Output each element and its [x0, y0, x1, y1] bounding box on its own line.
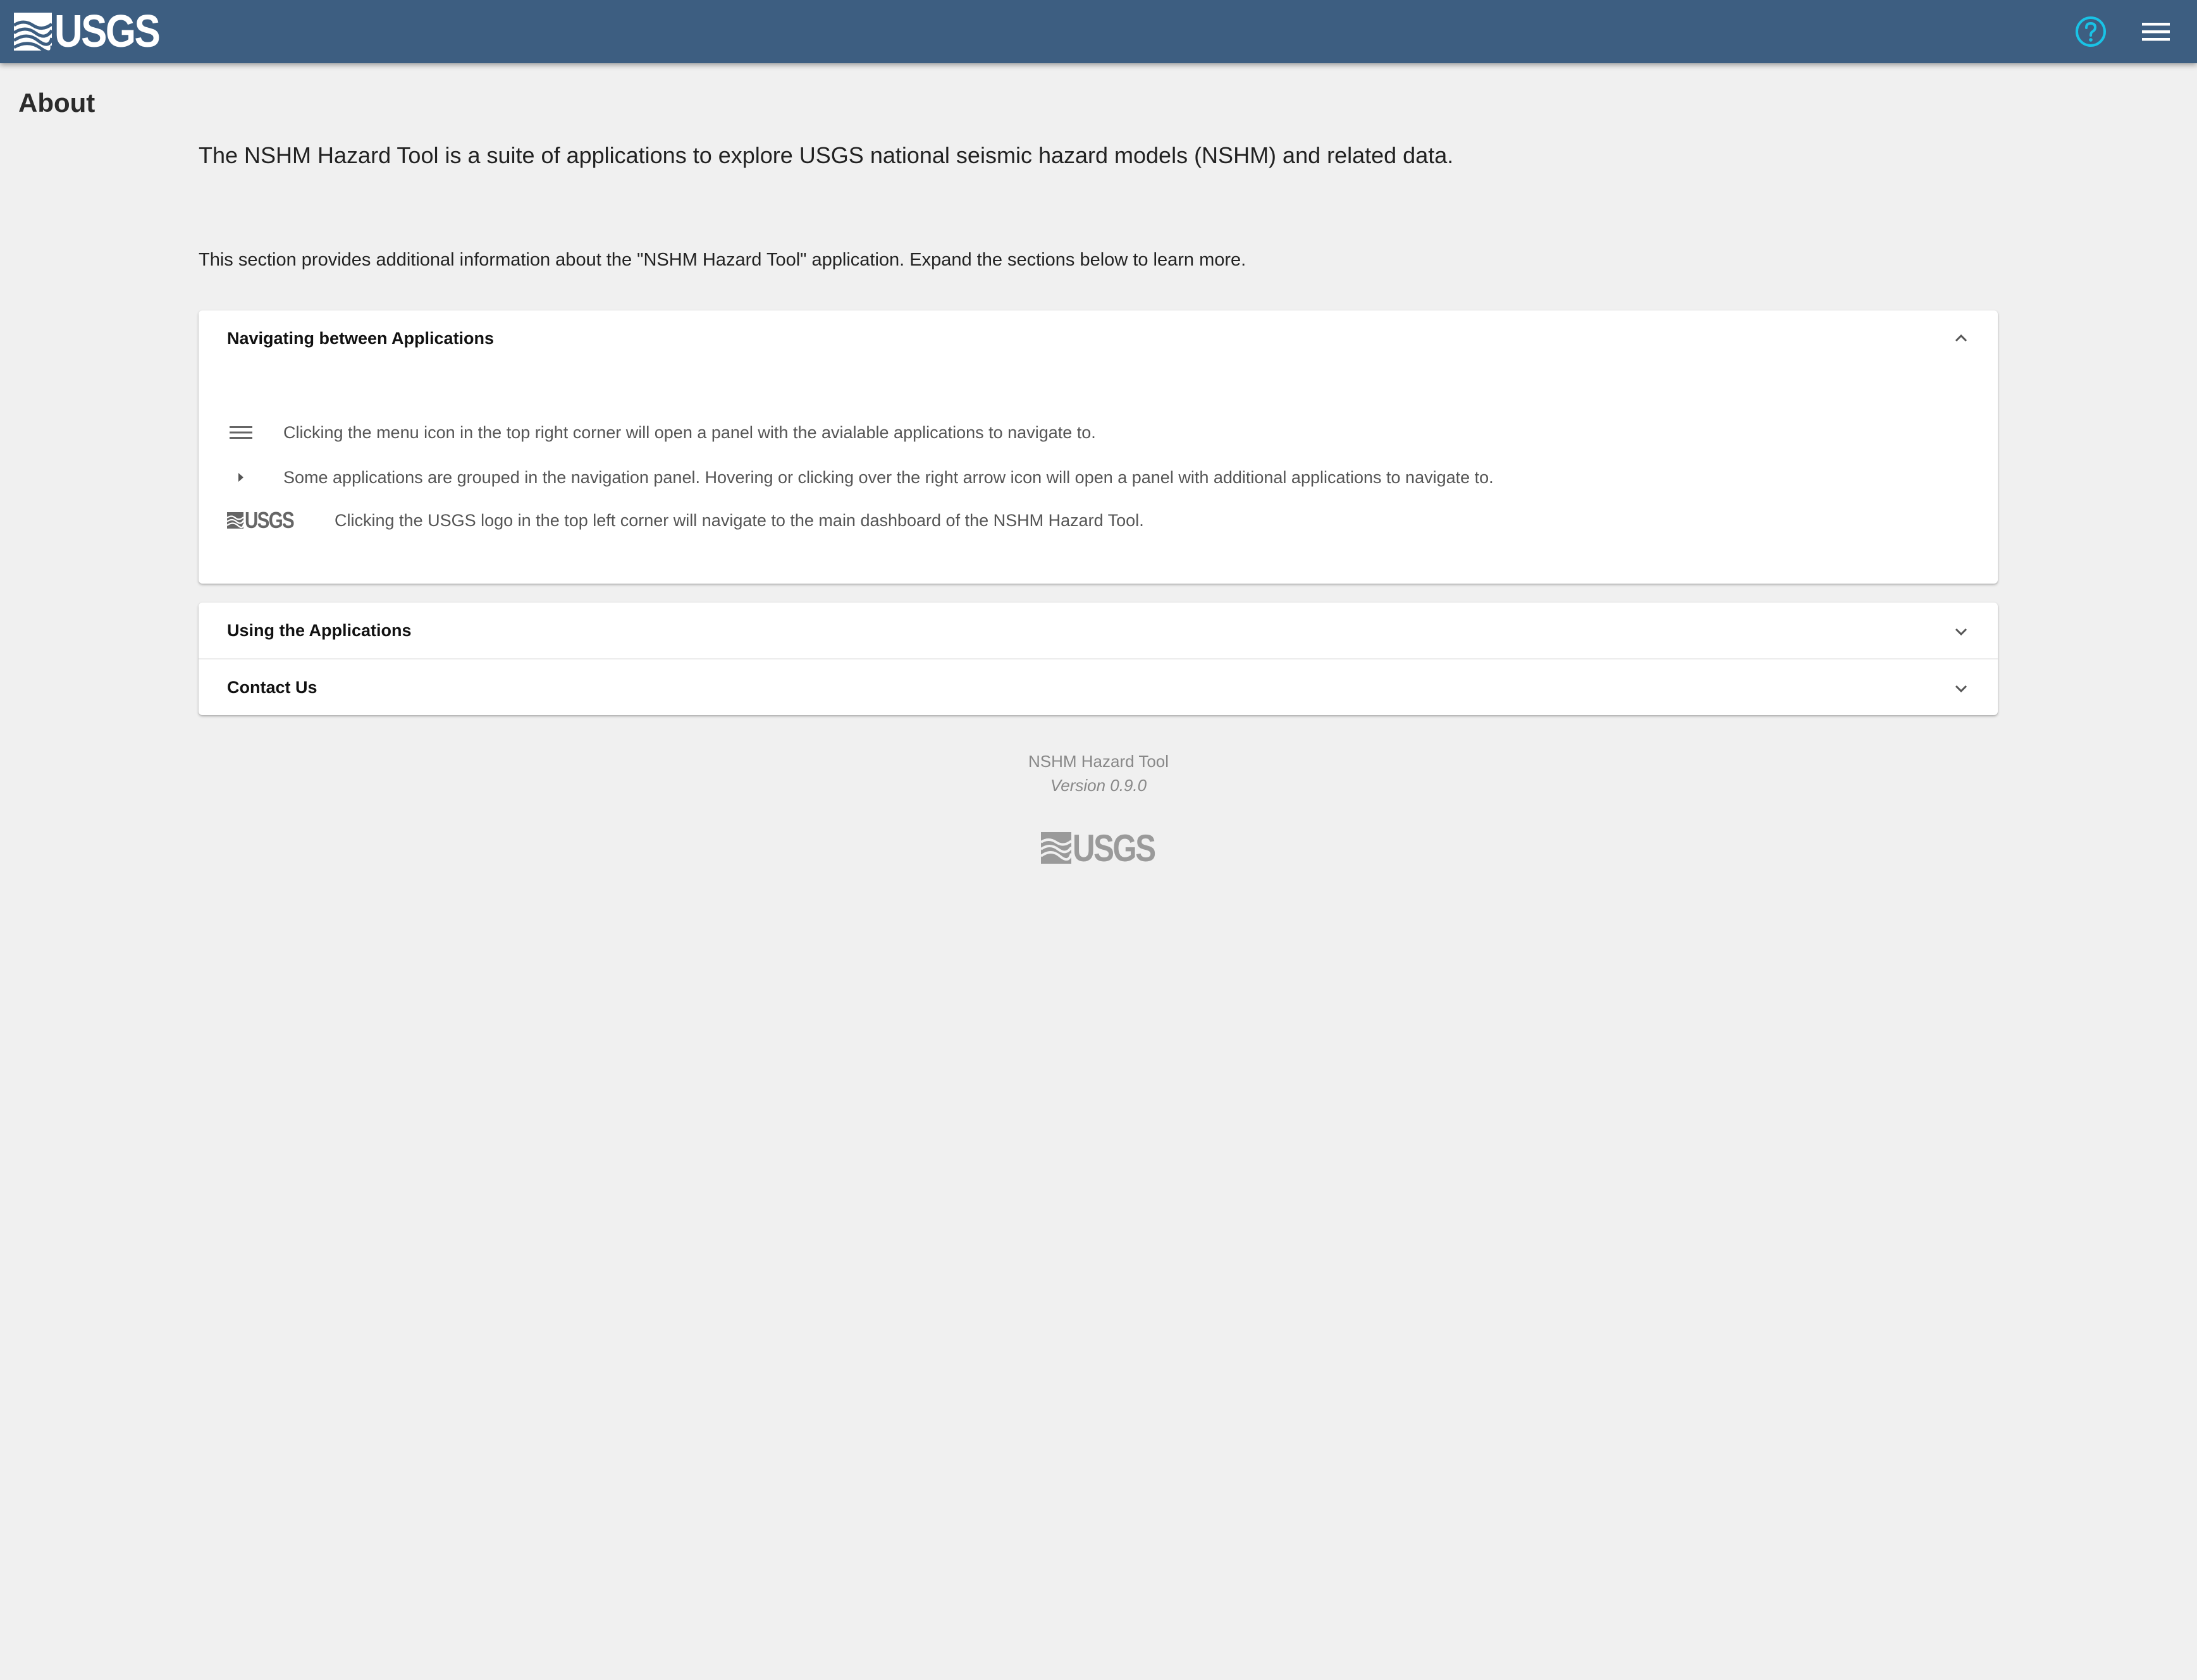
usgs-logo-link[interactable]: USGS	[14, 6, 176, 57]
footer-usgs-logo: USGS	[1041, 827, 1172, 869]
panel-header-using-applications[interactable]: Using the Applications	[199, 603, 1998, 658]
intro-text: The NSHM Hazard Tool is a suite of appli…	[199, 142, 1454, 168]
panel-group-collapsed: Using the Applications Contact Us	[199, 603, 1998, 715]
chevron-down-icon	[1955, 685, 1967, 693]
nav-help-text: Some applications are grouped in the nav…	[283, 467, 1494, 487]
hamburger-menu-icon[interactable]	[2141, 18, 2171, 46]
panel-title: Navigating between Applications	[227, 329, 495, 348]
nav-help-text: Clicking the menu icon in the top right …	[283, 422, 1096, 442]
usgs-logo-text: USGS	[245, 507, 295, 533]
panel-title: Using the Applications	[227, 621, 412, 640]
panel-title: Contact Us	[227, 678, 317, 697]
list-item: USGS Clicking the USGS logo in the top l…	[227, 506, 1144, 534]
caret-right-icon	[227, 463, 255, 491]
usgs-logo: USGS	[227, 507, 304, 533]
usgs-wave-icon	[1041, 832, 1071, 864]
page-title: About	[18, 88, 95, 118]
footer-app-name: NSHM Hazard Tool	[1028, 752, 1169, 771]
usgs-wave-icon	[227, 512, 243, 529]
panel-header-contact-us[interactable]: Contact Us	[199, 659, 1998, 715]
hamburger-menu-icon	[227, 419, 255, 446]
footer-version: Version 0.9.0	[1050, 776, 1147, 795]
help-circle-icon[interactable]	[2074, 15, 2107, 48]
chevron-up-icon	[1955, 334, 1967, 342]
panel-navigating-between-applications: Navigating between Applications Clicking…	[199, 310, 1998, 584]
panel-header-navigating[interactable]: Navigating between Applications	[199, 310, 1998, 366]
list-item: Clicking the menu icon in the top right …	[227, 419, 1096, 446]
app-header: USGS	[0, 0, 2197, 63]
usgs-wave-icon	[14, 13, 52, 51]
usgs-logo-text: USGS	[54, 6, 161, 57]
list-item: Some applications are grouped in the nav…	[227, 463, 1494, 491]
chevron-down-icon	[1955, 628, 1967, 636]
usgs-logo-text: USGS	[1073, 826, 1156, 869]
nav-help-text: Clicking the USGS logo in the top left c…	[335, 510, 1144, 530]
description-text: This section provides additional informa…	[199, 250, 1246, 270]
